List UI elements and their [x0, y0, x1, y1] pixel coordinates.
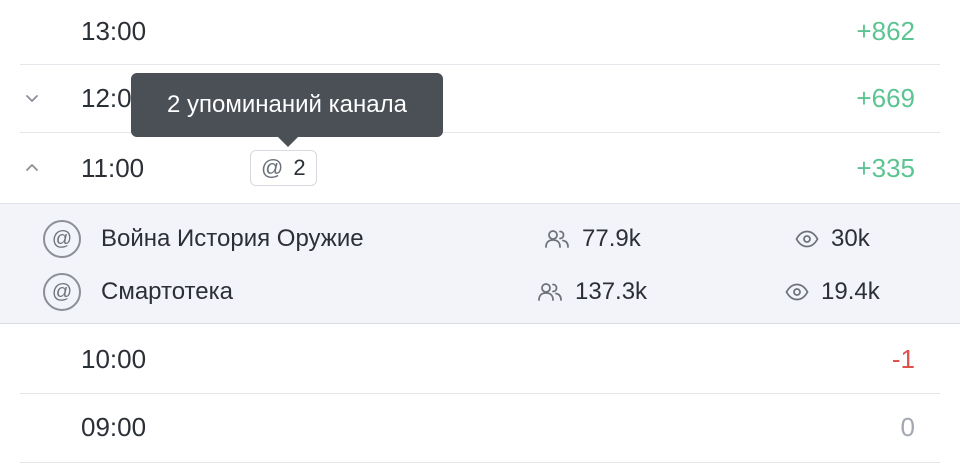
table-row[interactable]: 09:00 0 [20, 394, 940, 463]
row-delta: 0 [900, 412, 915, 442]
views-count: 30k [831, 225, 870, 252]
row-delta: +335 [856, 153, 915, 183]
mentions-list: @ Война История Оружие 77.9k 30k @ Смарт… [0, 203, 960, 324]
eye-icon [785, 283, 809, 301]
eye-icon [795, 230, 819, 248]
users-icon [545, 230, 569, 248]
at-icon: @ [261, 155, 284, 180]
subscribers-stat: 137.3k [537, 278, 647, 306]
views-stat: 19.4k [785, 278, 880, 306]
table-row[interactable]: 11:00 @ 2 +335 [20, 133, 940, 203]
mentions-tooltip: 2 упоминаний канала [131, 73, 443, 147]
row-time: 13:00 [81, 16, 147, 46]
row-delta: +862 [856, 16, 915, 46]
chevron-up-icon[interactable] [24, 160, 40, 176]
chevron-down-icon[interactable] [24, 90, 40, 106]
mentions-count: 2 [293, 155, 306, 180]
table-row[interactable]: 13:00 +862 [20, 0, 940, 65]
subscribers-count: 137.3k [575, 278, 648, 305]
row-time: 10:00 [81, 344, 147, 374]
row-delta: +669 [856, 83, 915, 113]
at-icon: @ [43, 273, 81, 311]
row-delta: -1 [891, 344, 915, 374]
channel-name[interactable]: Смартотека [101, 278, 233, 306]
subscribers-count: 77.9k [582, 225, 641, 252]
table-row[interactable]: 10:00 -1 [20, 325, 940, 394]
list-item[interactable]: @ Война История Оружие 77.9k 30k [0, 213, 960, 265]
list-item[interactable]: @ Смартотека 137.3k 19.4k [0, 266, 960, 318]
views-stat: 30k [795, 225, 870, 253]
subscribers-stat: 77.9k [544, 225, 641, 253]
tooltip-text: 2 упоминаний канала [167, 91, 407, 118]
channel-name[interactable]: Война История Оружие [101, 225, 364, 253]
mentions-badge[interactable]: @ 2 [250, 150, 317, 186]
row-time: 09:00 [81, 412, 147, 442]
users-icon [538, 283, 562, 301]
row-time: 11:00 [81, 153, 145, 183]
at-icon: @ [43, 220, 81, 258]
views-count: 19.4k [821, 278, 880, 305]
